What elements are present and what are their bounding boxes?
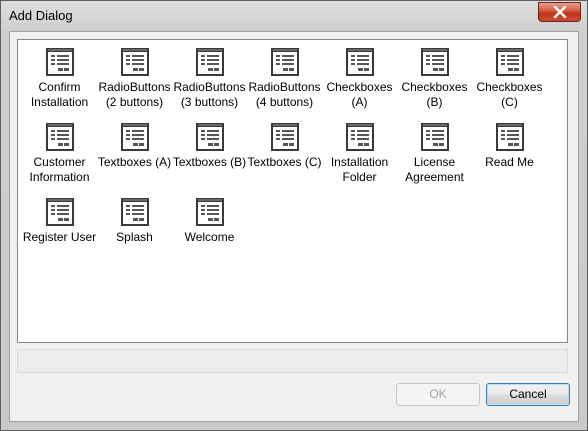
dialog-template-label: RadioButtons (4 buttons)	[248, 80, 321, 109]
dialog-template-label: Register User	[22, 230, 97, 244]
dialog-template-icon	[397, 47, 472, 77]
cancel-button[interactable]: Cancel	[486, 383, 570, 406]
dialog-template-label: RadioButtons (2 buttons)	[98, 80, 171, 109]
dialog-template-icon	[322, 47, 397, 77]
dialog-template-icon	[22, 47, 97, 77]
dialog-template-item[interactable]: Checkboxes (C)	[472, 47, 547, 110]
dialog-template-icon	[97, 47, 172, 77]
dialog-template-label: Checkboxes (C)	[476, 80, 543, 109]
dialog-template-item[interactable]: Customer Information	[22, 122, 97, 185]
dialog-template-icon	[397, 122, 472, 152]
dialog-template-item[interactable]: Read Me	[472, 122, 547, 170]
dialog-template-icon	[172, 47, 247, 77]
dialog-template-icon	[97, 197, 172, 227]
dialog-template-icon	[472, 122, 547, 152]
dialog-template-list[interactable]: Confirm Installation RadioButtons (2 butt…	[17, 39, 568, 343]
close-icon	[553, 6, 566, 18]
close-button[interactable]	[538, 2, 581, 22]
dialog-template-label: Confirm Installation	[30, 80, 89, 109]
dialog-client-area: Confirm Installation RadioButtons (2 butt…	[9, 31, 579, 422]
dialog-template-label: Read Me	[485, 155, 534, 169]
dialog-template-label: RadioButtons (3 buttons)	[173, 80, 246, 109]
dialog-template-icon	[172, 197, 247, 227]
dialog-template-item[interactable]: Welcome	[172, 197, 247, 245]
description-bar	[17, 349, 568, 373]
dialog-template-item[interactable]: Register User	[22, 197, 97, 245]
dialog-template-item[interactable]: Installation Folder	[322, 122, 397, 185]
dialog-template-item[interactable]: Checkboxes (A)	[322, 47, 397, 110]
window-title: Add Dialog	[9, 8, 73, 23]
dialog-template-label: Checkboxes (A)	[326, 80, 393, 109]
dialog-template-item[interactable]: Textboxes (A)	[97, 122, 172, 170]
dialog-template-label: Textboxes (B)	[172, 155, 247, 169]
dialog-template-item[interactable]: RadioButtons (2 buttons)	[97, 47, 172, 110]
dialog-template-item[interactable]: License Agreement	[397, 122, 472, 185]
dialog-template-label: Splash	[116, 230, 153, 244]
dialog-template-icon	[22, 122, 97, 152]
dialog-template-item[interactable]: RadioButtons (4 buttons)	[247, 47, 322, 110]
dialog-template-item[interactable]: Textboxes (B)	[172, 122, 247, 170]
dialog-template-icon	[172, 122, 247, 152]
dialog-template-icon	[247, 47, 322, 77]
dialog-template-label: Customer Information	[29, 155, 90, 184]
dialog-template-label: Welcome	[184, 230, 235, 244]
add-dialog-window: Add Dialog Confirm Installation RadioButt…	[0, 0, 588, 431]
dialog-template-label: Textboxes (A)	[97, 155, 172, 169]
dialog-template-icon	[22, 197, 97, 227]
dialog-template-item[interactable]: Checkboxes (B)	[397, 47, 472, 110]
ok-button[interactable]: OK	[396, 383, 480, 406]
dialog-template-item[interactable]: RadioButtons (3 buttons)	[172, 47, 247, 110]
dialog-template-label: License Agreement	[405, 155, 464, 184]
title-bar[interactable]: Add Dialog	[1, 1, 587, 31]
dialog-template-item[interactable]: Confirm Installation	[22, 47, 97, 110]
dialog-template-label: Checkboxes (B)	[401, 80, 468, 109]
dialog-template-icon	[97, 122, 172, 152]
dialog-template-icon	[322, 122, 397, 152]
dialog-template-label: Installation Folder	[330, 155, 389, 184]
dialog-template-icon	[472, 47, 547, 77]
dialog-template-item[interactable]: Textboxes (C)	[247, 122, 322, 170]
dialog-template-label: Textboxes (C)	[247, 155, 322, 169]
dialog-template-item[interactable]: Splash	[97, 197, 172, 245]
dialog-template-icon	[247, 122, 322, 152]
